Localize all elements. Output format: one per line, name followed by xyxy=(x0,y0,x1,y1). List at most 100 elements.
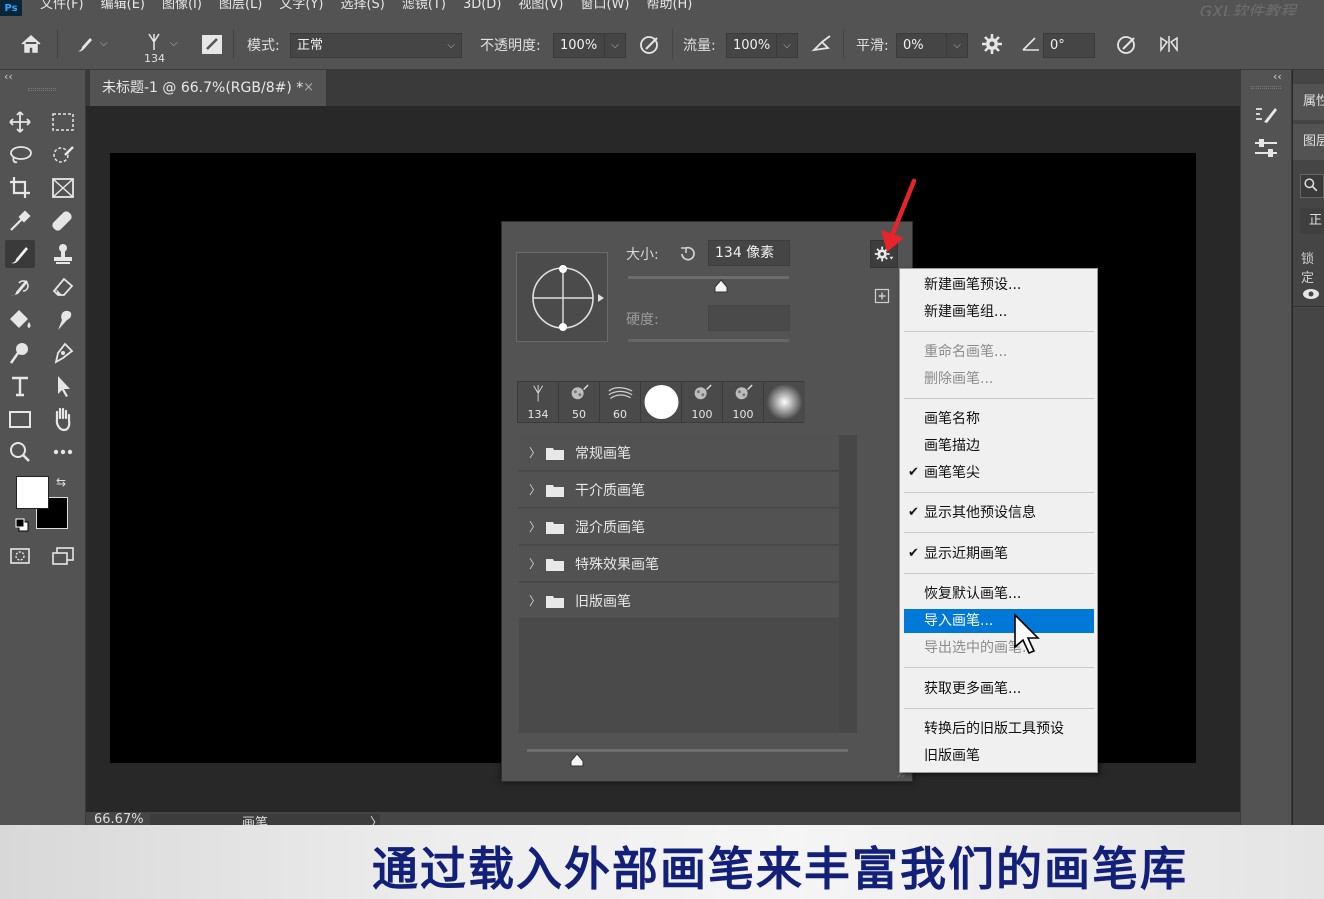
panel-grip[interactable] xyxy=(1251,86,1281,89)
menu-layer[interactable]: 图层(L) xyxy=(219,0,262,13)
menu-converted-legacy-tool-presets[interactable]: 转换后的旧版工具预设 xyxy=(904,717,1094,741)
paint-bucket-tool-icon[interactable] xyxy=(5,306,35,334)
crop-tool-icon[interactable] xyxy=(5,174,35,202)
smoothing-field[interactable]: 0% xyxy=(896,33,948,58)
collapse-panel-icon[interactable]: ‹‹ xyxy=(1273,70,1282,83)
menu-type[interactable]: 文字(Y) xyxy=(279,0,323,13)
menu-filter[interactable]: 滤镜(T) xyxy=(402,0,446,13)
zoom-tool-icon[interactable] xyxy=(5,438,35,466)
menu-edit[interactable]: 编辑(E) xyxy=(101,0,145,13)
menu-show-recent-brushes[interactable]: ✔ 显示近期画笔 xyxy=(904,542,1094,566)
menu-view[interactable]: 视图(V) xyxy=(518,0,563,13)
menu-new-brush-preset[interactable]: 新建画笔预设... xyxy=(904,273,1094,297)
eraser-tool-icon[interactable] xyxy=(48,273,78,301)
menu-help[interactable]: 帮助(H) xyxy=(646,0,692,13)
eye-icon[interactable] xyxy=(1301,286,1321,302)
menu-new-brush-group[interactable]: 新建画笔组... xyxy=(904,300,1094,324)
quick-selection-tool-icon[interactable] xyxy=(48,141,78,169)
flow-dropdown[interactable]: ⌵ xyxy=(776,33,798,58)
folder-wet-media-brushes[interactable]: 〉 湿介质画笔 xyxy=(519,509,839,545)
angle-field[interactable]: 0° xyxy=(1043,33,1095,58)
foreground-color-swatch[interactable] xyxy=(16,476,49,509)
menu-image[interactable]: 图像(I) xyxy=(162,0,202,13)
recent-brush-6[interactable]: 100 xyxy=(723,382,764,422)
folder-special-effects-brushes[interactable]: 〉 特殊效果画笔 xyxy=(519,546,839,582)
more-tools-icon[interactable] xyxy=(48,438,78,466)
menu-3d[interactable]: 3D(D) xyxy=(463,0,501,13)
marquee-tool-icon[interactable] xyxy=(48,108,78,136)
folder-general-brushes[interactable]: 〉 常规画笔 xyxy=(519,435,839,471)
recent-brush-2[interactable]: 50 xyxy=(559,382,600,422)
blend-mode-field[interactable]: 正 xyxy=(1300,208,1324,234)
menu-brush-stroke[interactable]: 画笔描边 xyxy=(904,434,1094,458)
layer-search-field[interactable] xyxy=(1300,174,1324,198)
chevron-down-icon[interactable]: ⌵ xyxy=(100,30,118,58)
menu-file[interactable]: 文件(F) xyxy=(40,0,84,13)
menu-select[interactable]: 选择(S) xyxy=(340,0,384,13)
new-preset-icon[interactable] xyxy=(874,288,890,304)
menu-restore-default-brushes[interactable]: 恢复默认画笔... xyxy=(904,582,1094,606)
menu-legacy-brushes[interactable]: 旧版画笔 xyxy=(904,744,1094,768)
gear-icon[interactable] xyxy=(978,30,1006,58)
recent-brush-1[interactable]: 134 xyxy=(518,382,559,422)
document-tab[interactable]: 未标题-1 @ 66.7%(RGB/8#) * × xyxy=(90,70,326,106)
clone-stamp-tool-icon[interactable] xyxy=(48,240,78,268)
panel-grip[interactable] xyxy=(28,88,56,91)
brush-tool-preset-icon[interactable] xyxy=(70,30,98,58)
brush-tool-icon[interactable] xyxy=(5,240,35,268)
menu-brush-name[interactable]: 画笔名称 xyxy=(904,407,1094,431)
reset-size-icon[interactable] xyxy=(678,244,698,264)
flow-field[interactable]: 100% xyxy=(726,33,778,58)
size-slider-thumb[interactable] xyxy=(713,278,729,293)
frame-tool-icon[interactable] xyxy=(48,174,78,202)
close-tab-icon[interactable]: × xyxy=(303,70,314,106)
recent-brush-4[interactable] xyxy=(641,382,682,422)
thumbnail-size-slider-thumb[interactable] xyxy=(569,752,585,767)
airbrush-icon[interactable] xyxy=(808,30,836,58)
pressure-opacity-icon[interactable] xyxy=(636,30,664,58)
pressure-size-icon[interactable] xyxy=(1113,30,1141,58)
home-icon[interactable] xyxy=(17,30,45,58)
rectangle-tool-icon[interactable] xyxy=(5,405,35,433)
recent-brush-3[interactable]: 60 xyxy=(600,382,641,422)
folder-legacy-brushes[interactable]: 〉 旧版画笔 xyxy=(519,583,839,619)
smudge-tool-icon[interactable] xyxy=(48,306,78,334)
folder-list-scrollbar[interactable] xyxy=(839,435,857,733)
smoothing-dropdown[interactable]: ⌵ xyxy=(946,33,968,58)
quick-mask-icon[interactable] xyxy=(5,542,35,570)
recent-brush-7[interactable] xyxy=(764,382,805,422)
mode-select[interactable]: 正常 ⌵ xyxy=(290,33,462,58)
recent-brush-5[interactable]: 100 xyxy=(682,382,723,422)
menu-show-additional-preset-info[interactable]: ✔ 显示其他预设信息 xyxy=(904,501,1094,525)
menu-get-more-brushes[interactable]: 获取更多画笔... xyxy=(904,677,1094,701)
opacity-dropdown[interactable]: ⌵ xyxy=(604,33,626,58)
menu-import-brushes[interactable]: 导入画笔... xyxy=(904,609,1094,633)
dodge-tool-icon[interactable] xyxy=(5,339,35,367)
eyedropper-tool-icon[interactable] xyxy=(5,207,35,235)
swap-colors-icon[interactable]: ⇆ xyxy=(56,475,72,491)
size-slider-track[interactable] xyxy=(628,276,789,279)
pen-tool-icon[interactable] xyxy=(48,339,78,367)
collapse-panel-icon[interactable]: ‹‹ xyxy=(4,70,13,83)
screen-mode-icon[interactable] xyxy=(48,542,78,570)
chevron-down-icon[interactable]: ⌵ xyxy=(170,30,188,58)
opacity-field[interactable]: 100% xyxy=(553,33,605,58)
brush-settings-panel-icon[interactable] xyxy=(198,30,226,58)
menu-window[interactable]: 窗口(W) xyxy=(580,0,629,13)
brush-presets-panel-icon[interactable] xyxy=(1251,100,1281,128)
symmetry-icon[interactable] xyxy=(1155,30,1183,58)
path-selection-tool-icon[interactable] xyxy=(48,372,78,400)
healing-brush-tool-icon[interactable] xyxy=(48,207,78,235)
folder-dry-media-brushes[interactable]: 〉 干介质画笔 xyxy=(519,472,839,508)
menu-brush-tip[interactable]: ✔ 画笔笔尖 xyxy=(904,461,1094,485)
history-brush-tool-icon[interactable] xyxy=(5,273,35,301)
lasso-tool-icon[interactable] xyxy=(5,141,35,169)
size-field[interactable]: 134 像素 xyxy=(708,240,790,266)
hand-tool-icon[interactable] xyxy=(48,405,78,433)
properties-tab[interactable]: 属性 xyxy=(1293,84,1324,120)
type-tool-icon[interactable] xyxy=(5,372,35,400)
move-tool-icon[interactable] xyxy=(5,108,35,136)
adjustment-sliders-icon[interactable] xyxy=(1251,134,1281,162)
brush-tip-preview[interactable] xyxy=(516,252,608,342)
default-colors-icon[interactable] xyxy=(15,517,29,532)
